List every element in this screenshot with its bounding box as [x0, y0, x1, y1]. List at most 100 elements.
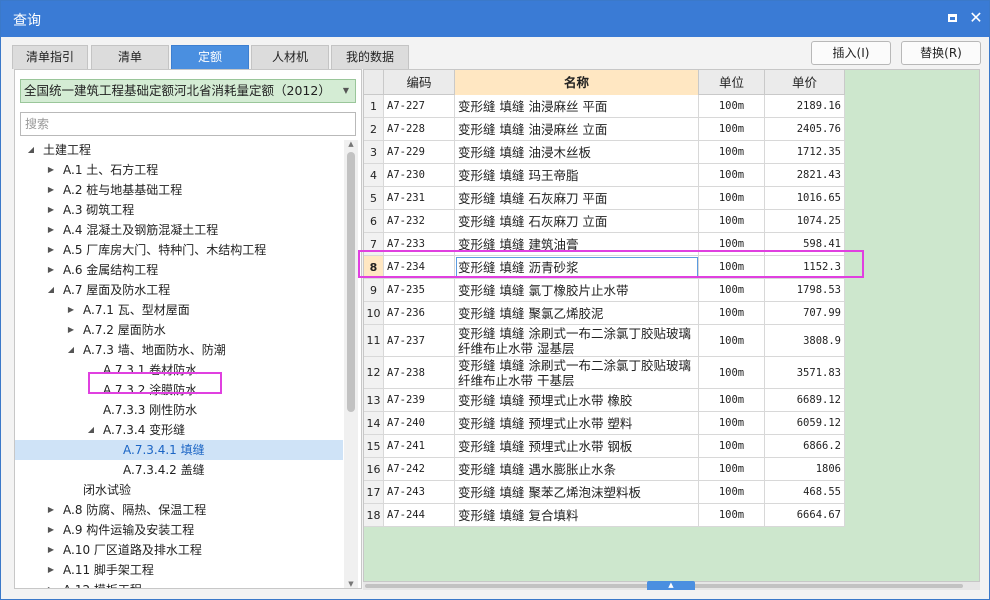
tree-node[interactable]: A.7.3.4.1 填缝 [15, 440, 343, 460]
table-row[interactable]: 14 A7-240 变形缝 填缝 预埋式止水带 塑料 100m 6059.12 [364, 412, 845, 435]
collapsed-arrow-icon[interactable]: ▶ [45, 220, 57, 240]
header-code[interactable]: 编码 [384, 70, 455, 95]
replace-button[interactable]: 替换(R) [901, 41, 981, 65]
table-row[interactable]: 1 A7-227 变形缝 填缝 油浸麻丝 平面 100m 2189.16 [364, 95, 845, 118]
tab-quota[interactable]: 定额 [171, 45, 249, 69]
tree-node-label: A.7.3.1 卷材防水 [103, 363, 198, 377]
row-price: 1798.53 [765, 279, 845, 301]
row-price: 1712.35 [765, 141, 845, 163]
quota-tree-pane: 全国统一建筑工程基础定额河北省消耗量定额（2012） ▼ ◢ 土建工程 ▶ A.1 土… [14, 69, 362, 589]
tree-node[interactable]: A.7.3.1 卷材防水 [15, 360, 343, 380]
tree-node[interactable]: ▶ A.5 厂库房大门、特种门、木结构工程 [15, 240, 343, 260]
tree-node[interactable]: ◢ A.7.3.4 变形缝 [15, 420, 343, 440]
tree-node[interactable]: A.7.3.3 刚性防水 [15, 400, 343, 420]
tab-list[interactable]: 清单 [91, 45, 169, 69]
tree-node[interactable]: ▶ A.8 防腐、隔热、保温工程 [15, 500, 343, 520]
table-row[interactable]: 4 A7-230 变形缝 填缝 玛王帝脂 100m 2821.43 [364, 164, 845, 187]
collapsed-arrow-icon[interactable]: ▶ [45, 580, 57, 588]
row-code: A7-235 [384, 279, 455, 301]
table-row[interactable]: 16 A7-242 变形缝 填缝 遇水膨胀止水条 100m 1806 [364, 458, 845, 481]
tree-node[interactable]: ▶ A.3 砌筑工程 [15, 200, 343, 220]
collapsed-arrow-icon[interactable]: ▶ [45, 560, 57, 580]
row-unit: 100m [699, 164, 765, 186]
table-row[interactable]: 13 A7-239 变形缝 填缝 预埋式止水带 橡胶 100m 6689.12 [364, 389, 845, 412]
tree-vertical-scrollbar[interactable]: ▲ ▼ [344, 140, 358, 588]
tree-node[interactable]: ◢ A.7 屋面及防水工程 [15, 280, 343, 300]
row-code: A7-240 [384, 412, 455, 434]
tree-node[interactable]: ▶ A.7.2 屋面防水 [15, 320, 343, 340]
row-price: 3808.9 [765, 325, 845, 356]
table-row[interactable]: 17 A7-243 变形缝 填缝 聚苯乙烯泡沫塑料板 100m 468.55 [364, 481, 845, 504]
collapsed-arrow-icon[interactable]: ▶ [45, 540, 57, 560]
maximize-icon[interactable] [943, 9, 961, 27]
header-unit[interactable]: 单位 [699, 70, 765, 95]
collapsed-arrow-icon[interactable]: ▶ [65, 320, 77, 340]
table-row[interactable]: 7 A7-233 变形缝 填缝 建筑油膏 100m 598.41 [364, 233, 845, 256]
row-code: A7-242 [384, 458, 455, 480]
row-index: 7 [364, 233, 384, 255]
scroll-thumb[interactable] [347, 152, 355, 412]
table-row[interactable]: 10 A7-236 变形缝 填缝 聚氯乙烯胶泥 100m 707.99 [364, 302, 845, 325]
tree-node[interactable]: A.7.3.4.2 盖缝 [15, 460, 343, 480]
row-name: 变形缝 填缝 沥青砂浆 [455, 256, 699, 278]
tree-node[interactable]: ▶ A.9 构件运输及安装工程 [15, 520, 343, 540]
quota-library-select[interactable]: 全国统一建筑工程基础定额河北省消耗量定额（2012） ▼ [20, 79, 356, 103]
row-code: A7-236 [384, 302, 455, 324]
expanded-arrow-icon[interactable]: ◢ [85, 420, 97, 440]
tree-node[interactable]: ▶ A.12 模板工程 [15, 580, 343, 588]
collapsed-arrow-icon[interactable]: ▶ [45, 200, 57, 220]
collapsed-arrow-icon[interactable]: ▶ [45, 500, 57, 520]
collapsed-arrow-icon[interactable]: ▶ [45, 160, 57, 180]
tree-node[interactable]: ◢ 土建工程 [15, 140, 343, 160]
row-name: 变形缝 填缝 石灰麻刀 平面 [455, 187, 699, 209]
collapsed-arrow-icon[interactable]: ▶ [45, 180, 57, 200]
collapsed-arrow-icon[interactable]: ▶ [45, 520, 57, 540]
table-row[interactable]: 9 A7-235 变形缝 填缝 氯丁橡胶片止水带 100m 1798.53 [364, 279, 845, 302]
table-row[interactable]: 18 A7-244 变形缝 填缝 复合填料 100m 6664.67 [364, 504, 845, 527]
expanded-arrow-icon[interactable]: ◢ [45, 280, 57, 300]
insert-button[interactable]: 插入(I) [811, 41, 891, 65]
tab-labor-material-machine[interactable]: 人材机 [251, 45, 329, 69]
expanded-arrow-icon[interactable]: ◢ [25, 140, 37, 160]
tree-node[interactable]: ◢ A.7.3 墙、地面防水、防潮 [15, 340, 343, 360]
collapse-handle-icon[interactable]: ▲ [647, 581, 695, 590]
row-price: 3571.83 [765, 357, 845, 388]
table-row[interactable]: 2 A7-228 变形缝 填缝 油浸麻丝 立面 100m 2405.76 [364, 118, 845, 141]
tree-node[interactable]: A.7.3.2 涂膜防水 [15, 380, 343, 400]
table-row[interactable]: 8 A7-234 变形缝 填缝 沥青砂浆 100m 1152.3 [364, 256, 845, 279]
tree-node-label: A.12 模板工程 [63, 580, 142, 588]
dropdown-arrow-icon: ▼ [342, 86, 349, 95]
collapsed-arrow-icon[interactable]: ▶ [65, 300, 77, 320]
scroll-down-icon[interactable]: ▼ [344, 580, 358, 588]
search-input[interactable] [20, 112, 356, 136]
expanded-arrow-icon[interactable]: ◢ [65, 340, 77, 360]
header-name[interactable]: 名称 [455, 70, 699, 95]
row-code: A7-232 [384, 210, 455, 232]
tree-node[interactable]: ▶ A.1 土、石方工程 [15, 160, 343, 180]
table-row[interactable]: 5 A7-231 变形缝 填缝 石灰麻刀 平面 100m 1016.65 [364, 187, 845, 210]
tree-node[interactable]: ▶ A.6 金属结构工程 [15, 260, 343, 280]
collapsed-arrow-icon[interactable]: ▶ [45, 240, 57, 260]
table-row[interactable]: 12 A7-238 变形缝 填缝 涂刷式一布二涂氯丁胶贴玻璃纤维布止水带 干基层 10… [364, 357, 845, 389]
tree-node-label: A.7.2 屋面防水 [83, 323, 166, 337]
tree-node[interactable]: ▶ A.10 厂区道路及排水工程 [15, 540, 343, 560]
tree-node-label: A.5 厂库房大门、特种门、木结构工程 [63, 243, 267, 257]
tree-node[interactable]: ▶ A.4 混凝土及钢筋混凝土工程 [15, 220, 343, 240]
tree-node[interactable]: ▶ A.11 脚手架工程 [15, 560, 343, 580]
tree-node[interactable]: ▶ A.2 桩与地基基础工程 [15, 180, 343, 200]
tab-my-data[interactable]: 我的数据 [331, 45, 409, 69]
tree-node[interactable]: 闭水试验 [15, 480, 343, 500]
close-icon[interactable]: ✕ [967, 9, 985, 27]
collapsed-arrow-icon[interactable]: ▶ [45, 260, 57, 280]
row-price: 2821.43 [765, 164, 845, 186]
table-row[interactable]: 11 A7-237 变形缝 填缝 涂刷式一布二涂氯丁胶贴玻璃纤维布止水带 湿基层 10… [364, 325, 845, 357]
table-row[interactable]: 3 A7-229 变形缝 填缝 油浸木丝板 100m 1712.35 [364, 141, 845, 164]
tree-node[interactable]: ▶ A.7.1 瓦、型材屋面 [15, 300, 343, 320]
row-name: 变形缝 填缝 建筑油膏 [455, 233, 699, 255]
tab-list-guide[interactable]: 清单指引 [12, 45, 88, 69]
scroll-up-icon[interactable]: ▲ [344, 140, 358, 148]
row-code: A7-230 [384, 164, 455, 186]
header-price[interactable]: 单价 [765, 70, 845, 95]
table-row[interactable]: 6 A7-232 变形缝 填缝 石灰麻刀 立面 100m 1074.25 [364, 210, 845, 233]
table-row[interactable]: 15 A7-241 变形缝 填缝 预埋式止水带 钢板 100m 6866.2 [364, 435, 845, 458]
